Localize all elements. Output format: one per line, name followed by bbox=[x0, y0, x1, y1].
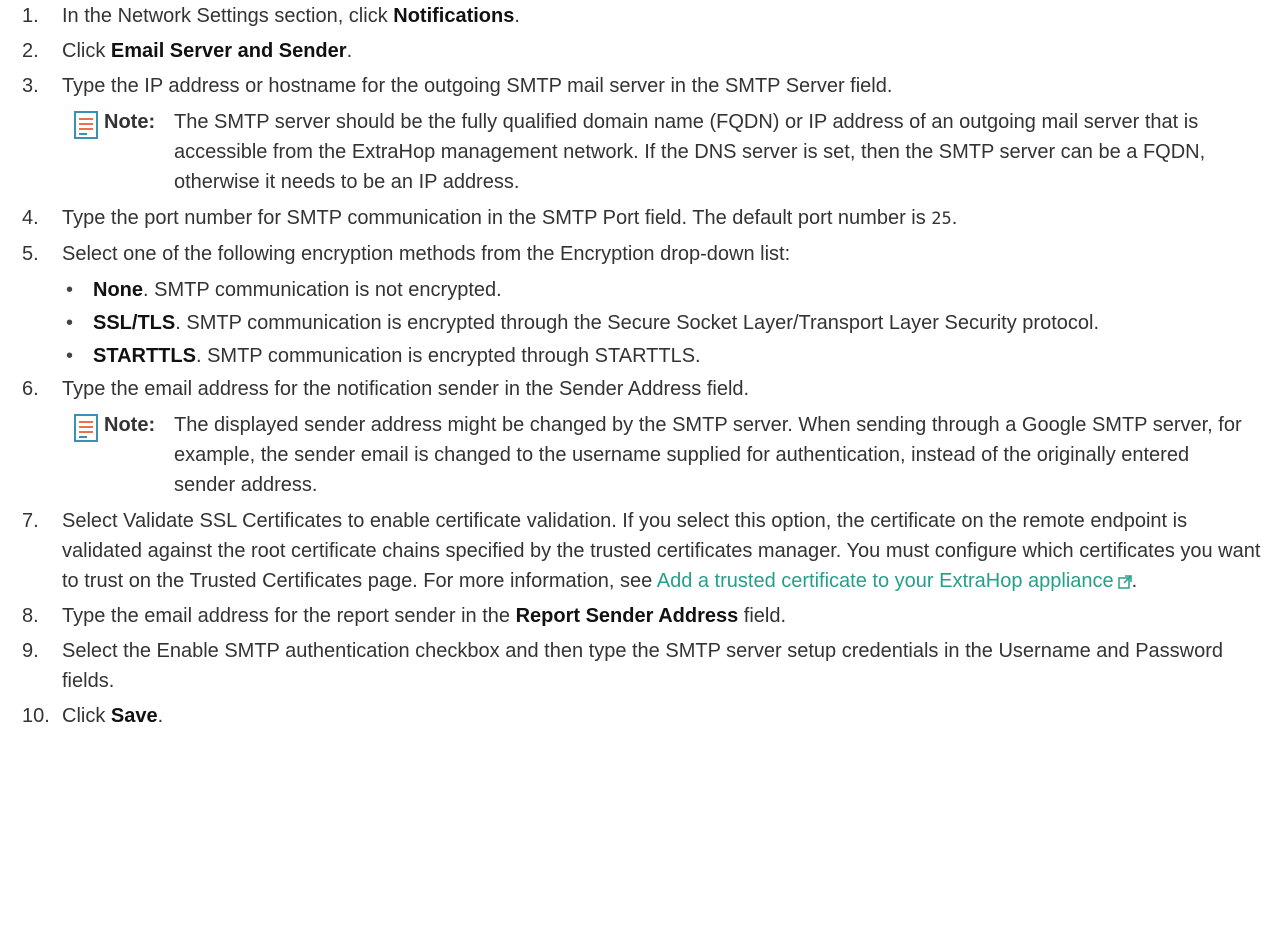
step-text-end: . bbox=[951, 207, 958, 229]
bullet-icon: • bbox=[66, 279, 74, 301]
note-document-icon bbox=[74, 414, 98, 442]
step-text-end: . bbox=[1131, 570, 1138, 592]
list-item: • SSL/TLS. SMTP communication is encrypt… bbox=[0, 308, 1268, 338]
step-text: Type the email address for the notificat… bbox=[62, 378, 750, 400]
procedure-steps: 1. In the Network Settings section, clic… bbox=[0, 0, 1276, 731]
step-text: Click bbox=[62, 40, 111, 62]
step-number: 10. bbox=[22, 705, 50, 727]
step-number: 5. bbox=[22, 243, 39, 265]
encryption-options-list: • None. SMTP communication is not encryp… bbox=[0, 275, 1268, 371]
step-number: 9. bbox=[22, 640, 39, 662]
note-callout: Note: The SMTP server should be the full… bbox=[44, 107, 1268, 197]
step-text-end: . bbox=[157, 705, 164, 727]
list-item: • STARTTLS. SMTP communication is encryp… bbox=[0, 341, 1268, 371]
trusted-certificate-link[interactable]: Add a trusted certificate to your ExtraH… bbox=[657, 570, 1114, 592]
step-7: 7. Select Validate SSL Certificates to e… bbox=[0, 506, 1276, 596]
step-text: Type the email address for the report se… bbox=[62, 605, 516, 627]
step-text-end: field. bbox=[738, 605, 787, 627]
step-text: In the Network Settings section, click bbox=[62, 5, 394, 27]
step-4: 4. Type the port number for SMTP communi… bbox=[0, 203, 1276, 234]
option-description: . SMTP communication is not encrypted. bbox=[143, 279, 502, 301]
step-text: Type the port number for SMTP communicat… bbox=[62, 207, 932, 229]
ui-term: Notifications bbox=[393, 5, 515, 27]
procedure-document: 1. In the Network Settings section, clic… bbox=[0, 0, 1276, 927]
step-2: 2. Click Email Server and Sender. bbox=[0, 36, 1276, 66]
step-number: 7. bbox=[22, 510, 39, 532]
step-text: Select one of the following encryption m… bbox=[62, 243, 791, 265]
step-3: 3. Type the IP address or hostname for t… bbox=[0, 71, 1276, 197]
step-8: 8. Type the email address for the report… bbox=[0, 601, 1276, 631]
option-description: . SMTP communication is encrypted throug… bbox=[195, 345, 701, 367]
step-1: 1. In the Network Settings section, clic… bbox=[0, 1, 1276, 31]
note-label: Note: bbox=[104, 111, 156, 133]
option-name: None bbox=[93, 279, 143, 301]
step-number: 8. bbox=[22, 605, 39, 627]
step-10: 10. Click Save. bbox=[0, 701, 1276, 731]
ui-term: Email Server and Sender bbox=[110, 40, 347, 62]
ui-term: Report Sender Address bbox=[515, 605, 739, 627]
option-name: STARTTLS bbox=[93, 345, 196, 367]
option-name: SSL/TLS bbox=[93, 312, 176, 334]
step-6: 6. Type the email address for the notifi… bbox=[0, 374, 1276, 500]
step-number: 6. bbox=[22, 378, 39, 400]
note-text: The SMTP server should be the fully qual… bbox=[174, 111, 1206, 193]
ui-term: Save bbox=[110, 705, 158, 727]
note-document-icon bbox=[74, 111, 98, 139]
step-number: 3. bbox=[22, 75, 39, 97]
step-number: 4. bbox=[22, 207, 39, 229]
step-text-end: . bbox=[346, 40, 353, 62]
external-link-icon[interactable] bbox=[1117, 575, 1132, 589]
note-text: The displayed sender address might be ch… bbox=[174, 414, 1242, 496]
step-5: 5. Select one of the following encryptio… bbox=[0, 239, 1276, 371]
option-description: . SMTP communication is encrypted throug… bbox=[175, 312, 1100, 334]
default-port-value: 25 bbox=[931, 209, 952, 229]
step-text-end: . bbox=[514, 5, 520, 27]
note-callout: Note: The displayed sender address might… bbox=[44, 410, 1268, 500]
step-number: 2. bbox=[22, 40, 39, 62]
step-number: 1. bbox=[22, 5, 39, 27]
note-label: Note: bbox=[104, 414, 156, 436]
bullet-icon: • bbox=[66, 345, 74, 367]
step-9: 9. Select the Enable SMTP authentication… bbox=[0, 636, 1276, 696]
step-text: Type the IP address or hostname for the … bbox=[62, 75, 893, 97]
step-text: Select the Enable SMTP authentication ch… bbox=[62, 640, 1224, 692]
step-text: Click bbox=[62, 705, 111, 727]
bullet-icon: • bbox=[66, 312, 74, 334]
list-item: • None. SMTP communication is not encryp… bbox=[0, 275, 1268, 305]
